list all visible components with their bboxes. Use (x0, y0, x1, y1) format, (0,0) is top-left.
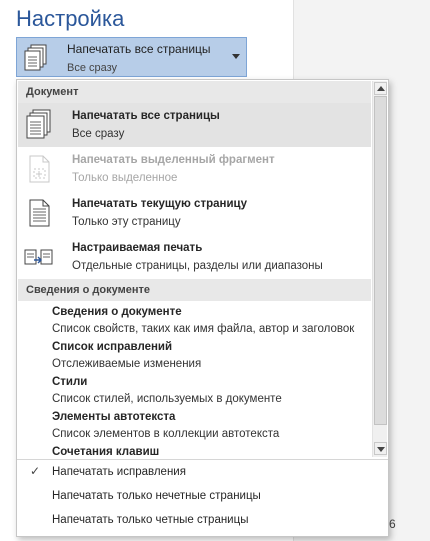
print-all-pages-icon (24, 44, 50, 77)
menu-divider (17, 459, 388, 460)
menu-item-title: Напечатать выделенный фрагмент (72, 154, 275, 166)
scroll-down-button[interactable] (374, 442, 387, 455)
menu-item-markup-list[interactable]: Список исправлений Отслеживаемые изменен… (18, 339, 371, 374)
scroll-up-button[interactable] (374, 82, 387, 95)
menu-item-subtitle: Список свойств, таких как имя файла, авт… (52, 323, 355, 335)
print-range-menu: Документ Напечатать все страницы Все сра… (16, 79, 389, 537)
print-selection-icon (24, 153, 54, 185)
option-label: Напечатать исправления (52, 466, 186, 478)
menu-item-autotext[interactable]: Элементы автотекста Список элементов в к… (18, 409, 371, 444)
menu-item-print-current-page[interactable]: Напечатать текущую страницу Только эту с… (18, 191, 371, 235)
custom-print-icon (24, 241, 54, 273)
option-label: Напечатать только четные страницы (52, 514, 249, 526)
arrow-down-icon (377, 447, 385, 452)
print-range-dropdown[interactable]: Напечатать все страницы Все сразу (16, 37, 247, 77)
menu-item-subtitle: Список стилей, используемых в документе (52, 393, 282, 405)
arrow-up-icon (377, 86, 385, 91)
option-print-markup[interactable]: ✓ Напечатать исправления (18, 461, 387, 485)
menu-item-custom-print[interactable]: Настраиваемая печать Отдельные страницы,… (18, 235, 371, 279)
menu-item-subtitle: Отдельные страницы, разделы или диапазон… (72, 260, 323, 272)
group-header-document-info: Сведения о документе (18, 279, 371, 301)
menu-item-title: Напечатать текущую страницу (72, 198, 247, 210)
print-current-page-icon (24, 197, 54, 229)
menu-item-document-info[interactable]: Сведения о документе Список свойств, так… (18, 304, 371, 339)
scrollbar-thumb[interactable] (374, 96, 387, 425)
chevron-down-icon[interactable] (232, 54, 240, 59)
option-label: Напечатать только нечетные страницы (52, 490, 261, 502)
menu-item-subtitle: Список элементов в коллекции автотекста (52, 428, 280, 440)
group-header-document: Документ (18, 81, 371, 103)
menu-item-title: Список исправлений (52, 341, 173, 353)
menu-item-title: Сочетания клавиш (52, 446, 160, 457)
menu-item-key-assignments[interactable]: Сочетания клавиш (18, 444, 371, 457)
dropdown-subtitle: Все сразу (67, 62, 118, 74)
menu-item-subtitle: Все сразу (72, 128, 125, 140)
menu-item-title: Напечатать все страницы (72, 110, 220, 122)
menu-item-title: Сведения о документе (52, 306, 182, 318)
menu-item-subtitle: Только эту страницу (72, 216, 181, 228)
menu-scrollbar[interactable] (372, 81, 387, 457)
menu-item-styles[interactable]: Стили Список стилей, используемых в доку… (18, 374, 371, 409)
menu-item-title: Стили (52, 376, 88, 388)
menu-item-print-selection: Напечатать выделенный фрагмент Только вы… (18, 147, 371, 191)
page-number: 6 (389, 517, 396, 531)
option-even-pages[interactable]: Напечатать только четные страницы (18, 509, 387, 533)
menu-item-print-all[interactable]: Напечатать все страницы Все сразу (18, 103, 371, 147)
menu-item-subtitle: Отслеживаемые изменения (52, 358, 202, 370)
menu-item-title: Настраиваемая печать (72, 242, 203, 254)
menu-scroll-area: Документ Напечатать все страницы Все сра… (17, 80, 372, 457)
checkmark-icon: ✓ (30, 464, 41, 478)
print-all-pages-icon (24, 109, 54, 141)
section-title: Настройка (16, 6, 125, 31)
dropdown-title: Напечатать все страницы (67, 42, 211, 56)
menu-item-subtitle: Только выделенное (72, 172, 178, 184)
menu-item-title: Элементы автотекста (52, 411, 176, 423)
option-odd-pages[interactable]: Напечатать только нечетные страницы (18, 485, 387, 509)
